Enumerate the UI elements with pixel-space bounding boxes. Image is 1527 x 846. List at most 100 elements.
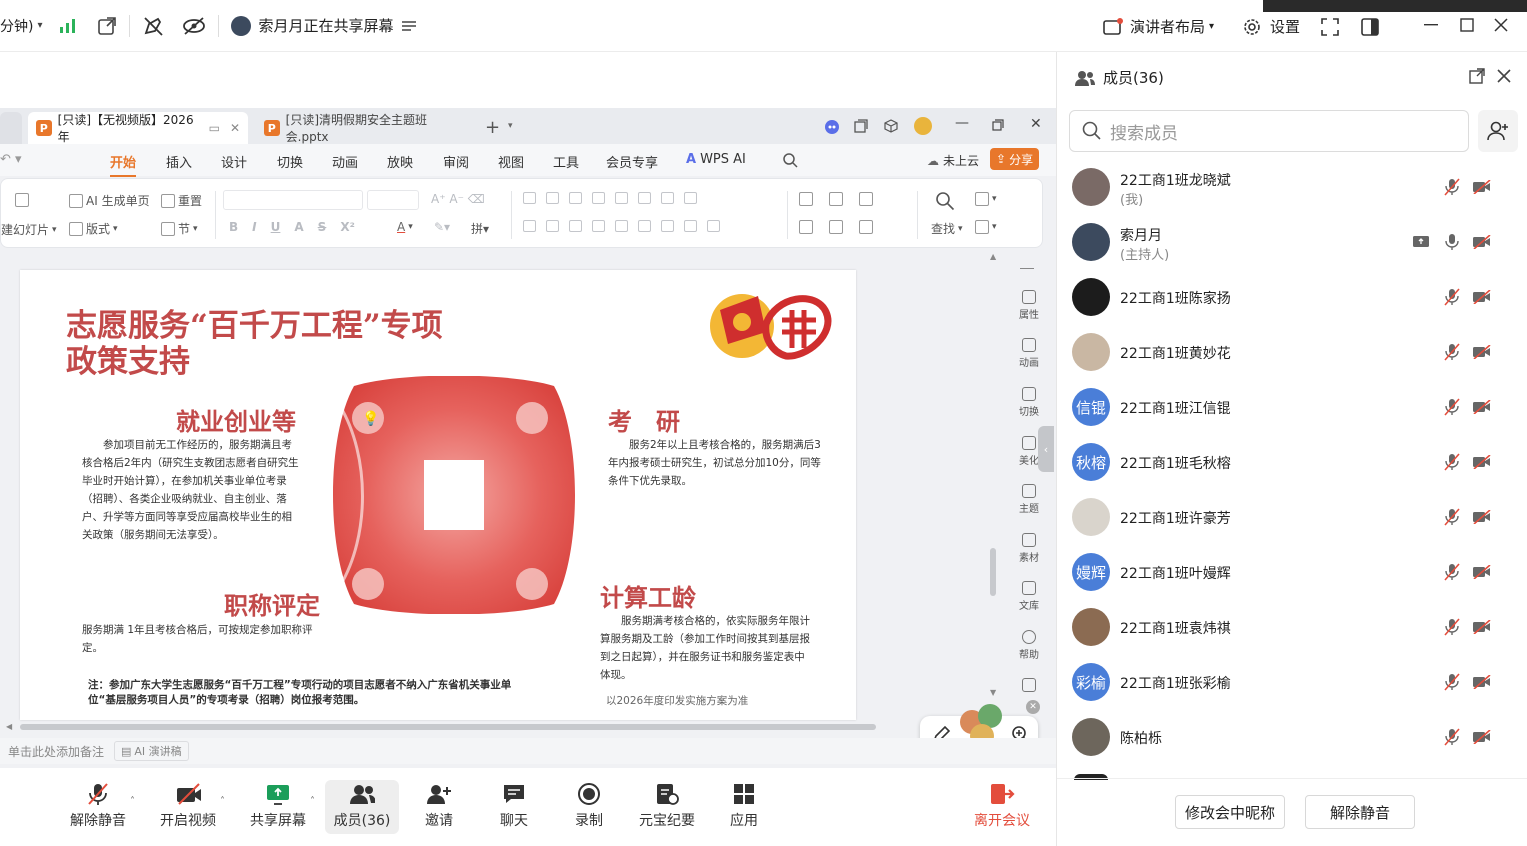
annotate-off-icon[interactable]: [142, 15, 164, 37]
scroll-down-icon[interactable]: ▼: [990, 688, 996, 697]
select-icon[interactable]: ▾: [975, 192, 997, 206]
pinyin-icon[interactable]: 拼▾: [471, 220, 489, 237]
yuanbao-notes-button[interactable]: 元宝纪要: [629, 782, 705, 830]
menu-tools[interactable]: 工具: [553, 152, 579, 171]
mic-muted-icon[interactable]: [1444, 508, 1460, 526]
video-off-icon[interactable]: [1472, 510, 1492, 524]
rail-animation[interactable]: 动画: [1010, 338, 1048, 369]
search-input[interactable]: 搜索成员: [1110, 119, 1178, 144]
video-off-icon[interactable]: [1472, 565, 1492, 579]
user-avatar[interactable]: [914, 117, 932, 135]
member-row[interactable]: 秋榕 22工商1班毛秋榕: [1057, 435, 1527, 490]
collapse-panel-icon[interactable]: ‹: [1038, 426, 1054, 472]
rail-properties[interactable]: 属性: [1010, 290, 1048, 321]
settings-button[interactable]: 设置: [1242, 16, 1300, 37]
close-window-icon[interactable]: [1494, 18, 1508, 32]
cloud-status[interactable]: ☁ 未上云: [927, 152, 979, 169]
record-button[interactable]: 录制: [551, 782, 627, 830]
close-panel-icon[interactable]: [1497, 69, 1511, 83]
mic-muted-icon[interactable]: [1444, 398, 1460, 416]
mic-icon[interactable]: [1444, 233, 1460, 251]
rail-collapse-icon[interactable]: [1020, 268, 1034, 269]
notes-input[interactable]: 单击此处添加备注: [8, 743, 104, 760]
font-format-icons[interactable]: A⁺ A⁻ ⌫: [431, 192, 485, 206]
highlight-icon[interactable]: ✎▾: [434, 220, 450, 234]
mic-muted-icon[interactable]: [1444, 563, 1460, 581]
minimize-icon[interactable]: —: [955, 115, 969, 131]
new-tab-icon[interactable]: +: [485, 117, 500, 138]
rename-button[interactable]: 修改会中昵称: [1175, 795, 1285, 829]
scroll-left-icon[interactable]: ◀: [6, 722, 12, 731]
reset-button[interactable]: 重置: [161, 192, 202, 209]
member-row[interactable]: 22工商1班龙晓斌 (我): [1057, 160, 1527, 215]
menu-wps-ai[interactable]: A WPS AI: [686, 152, 746, 167]
menu-transition[interactable]: 切换: [277, 152, 303, 171]
paragraph-icons-row1[interactable]: [523, 192, 697, 204]
scroll-up-icon[interactable]: ▲: [990, 252, 996, 261]
member-row[interactable]: 索月月 (主持人): [1057, 215, 1527, 270]
menu-member[interactable]: 会员专享: [606, 152, 658, 171]
meeting-timer[interactable]: 分钟) ▾: [0, 16, 43, 36]
share-button[interactable]: ⇪ 分享: [990, 148, 1040, 170]
video-off-icon[interactable]: [1472, 730, 1492, 744]
unmute-button[interactable]: 解除静音: [60, 782, 136, 830]
vertical-scrollbar-thumb[interactable]: [990, 548, 996, 596]
cube-icon[interactable]: [884, 119, 898, 133]
menu-start[interactable]: 开始: [110, 152, 137, 177]
horizontal-scrollbar-thumb[interactable]: [20, 724, 876, 730]
mic-muted-icon[interactable]: [1444, 618, 1460, 636]
search-members-field[interactable]: 搜索成员: [1069, 110, 1469, 152]
mic-muted-icon[interactable]: [1444, 178, 1460, 196]
video-off-icon[interactable]: [1472, 675, 1492, 689]
video-off-icon[interactable]: [1472, 180, 1492, 194]
apps-button[interactable]: 应用: [706, 782, 782, 830]
menu-animation[interactable]: 动画: [332, 152, 358, 171]
menu-review[interactable]: 审阅: [443, 152, 469, 171]
video-off-icon[interactable]: [1472, 620, 1492, 634]
chat-button[interactable]: 聊天: [476, 782, 552, 830]
member-row[interactable]: 嫚辉 22工商1班叶嫚辉: [1057, 545, 1527, 600]
leave-meeting-button[interactable]: 离开会议: [964, 782, 1040, 830]
paragraph-icons-row2[interactable]: [523, 220, 720, 232]
window-copy-icon[interactable]: [854, 119, 868, 133]
ai-speech-button[interactable]: ▤ AI 演讲稿: [114, 741, 189, 761]
mic-muted-icon[interactable]: [1444, 728, 1460, 746]
mic-muted-icon[interactable]: [1444, 288, 1460, 306]
layout-button[interactable]: 版式 ▾: [69, 220, 118, 237]
tab-document-1[interactable]: P [只读]【无视频版】2026年 ▭ ✕: [28, 112, 248, 144]
tab-hidden[interactable]: [0, 112, 22, 144]
video-button[interactable]: 开启视频: [150, 782, 226, 830]
new-slide-button[interactable]: 建幻灯片 ▾: [1, 221, 57, 238]
close-icon[interactable]: ✕: [1030, 116, 1042, 132]
video-off-icon[interactable]: [1472, 235, 1492, 249]
member-row[interactable]: 信锟 22工商1班江信锟: [1057, 380, 1527, 435]
video-off-icon[interactable]: [1472, 400, 1492, 414]
chevron-down-icon[interactable]: ▾: [508, 121, 513, 131]
minimize-icon[interactable]: [1424, 24, 1438, 26]
new-slide-icon[interactable]: [15, 193, 29, 207]
sharing-indicator[interactable]: 索月月正在共享屏幕: [230, 15, 416, 36]
member-row[interactable]: 22工商1班黄妙花: [1057, 325, 1527, 380]
slide-canvas[interactable]: 志愿服务“百千万工程”专项 政策支持 💡 就业创业等 参加项目前无工作经历的，服…: [20, 270, 856, 720]
video-off-icon[interactable]: [1472, 455, 1492, 469]
popout-icon[interactable]: [1469, 68, 1485, 84]
video-off-icon[interactable]: [1472, 290, 1492, 304]
section-button[interactable]: 节 ▾: [161, 220, 198, 237]
font-color-icon[interactable]: A ▾: [397, 220, 413, 234]
close-widget-icon[interactable]: ✕: [1026, 700, 1040, 714]
menu-view[interactable]: 视图: [498, 152, 524, 171]
layout-switch[interactable]: 演讲者布局 ▾: [1103, 16, 1214, 37]
drawing-icons-row1[interactable]: [799, 192, 873, 206]
chevron-up-icon[interactable]: ˄: [220, 796, 225, 807]
member-row[interactable]: 陈柏栎: [1057, 710, 1527, 765]
member-row[interactable]: 22工商1班袁炜祺: [1057, 600, 1527, 655]
split-view-icon[interactable]: [1361, 18, 1379, 36]
hide-view-icon[interactable]: [182, 16, 206, 36]
invite-button[interactable]: 邀请: [401, 782, 477, 830]
ai-assistant-icon[interactable]: [824, 119, 840, 135]
maximize-icon[interactable]: [1460, 18, 1474, 32]
menu-slideshow[interactable]: 放映: [387, 152, 413, 171]
font-size-select[interactable]: [367, 190, 419, 210]
mic-muted-icon[interactable]: [1444, 673, 1460, 691]
rail-library[interactable]: 文库: [1010, 581, 1048, 612]
